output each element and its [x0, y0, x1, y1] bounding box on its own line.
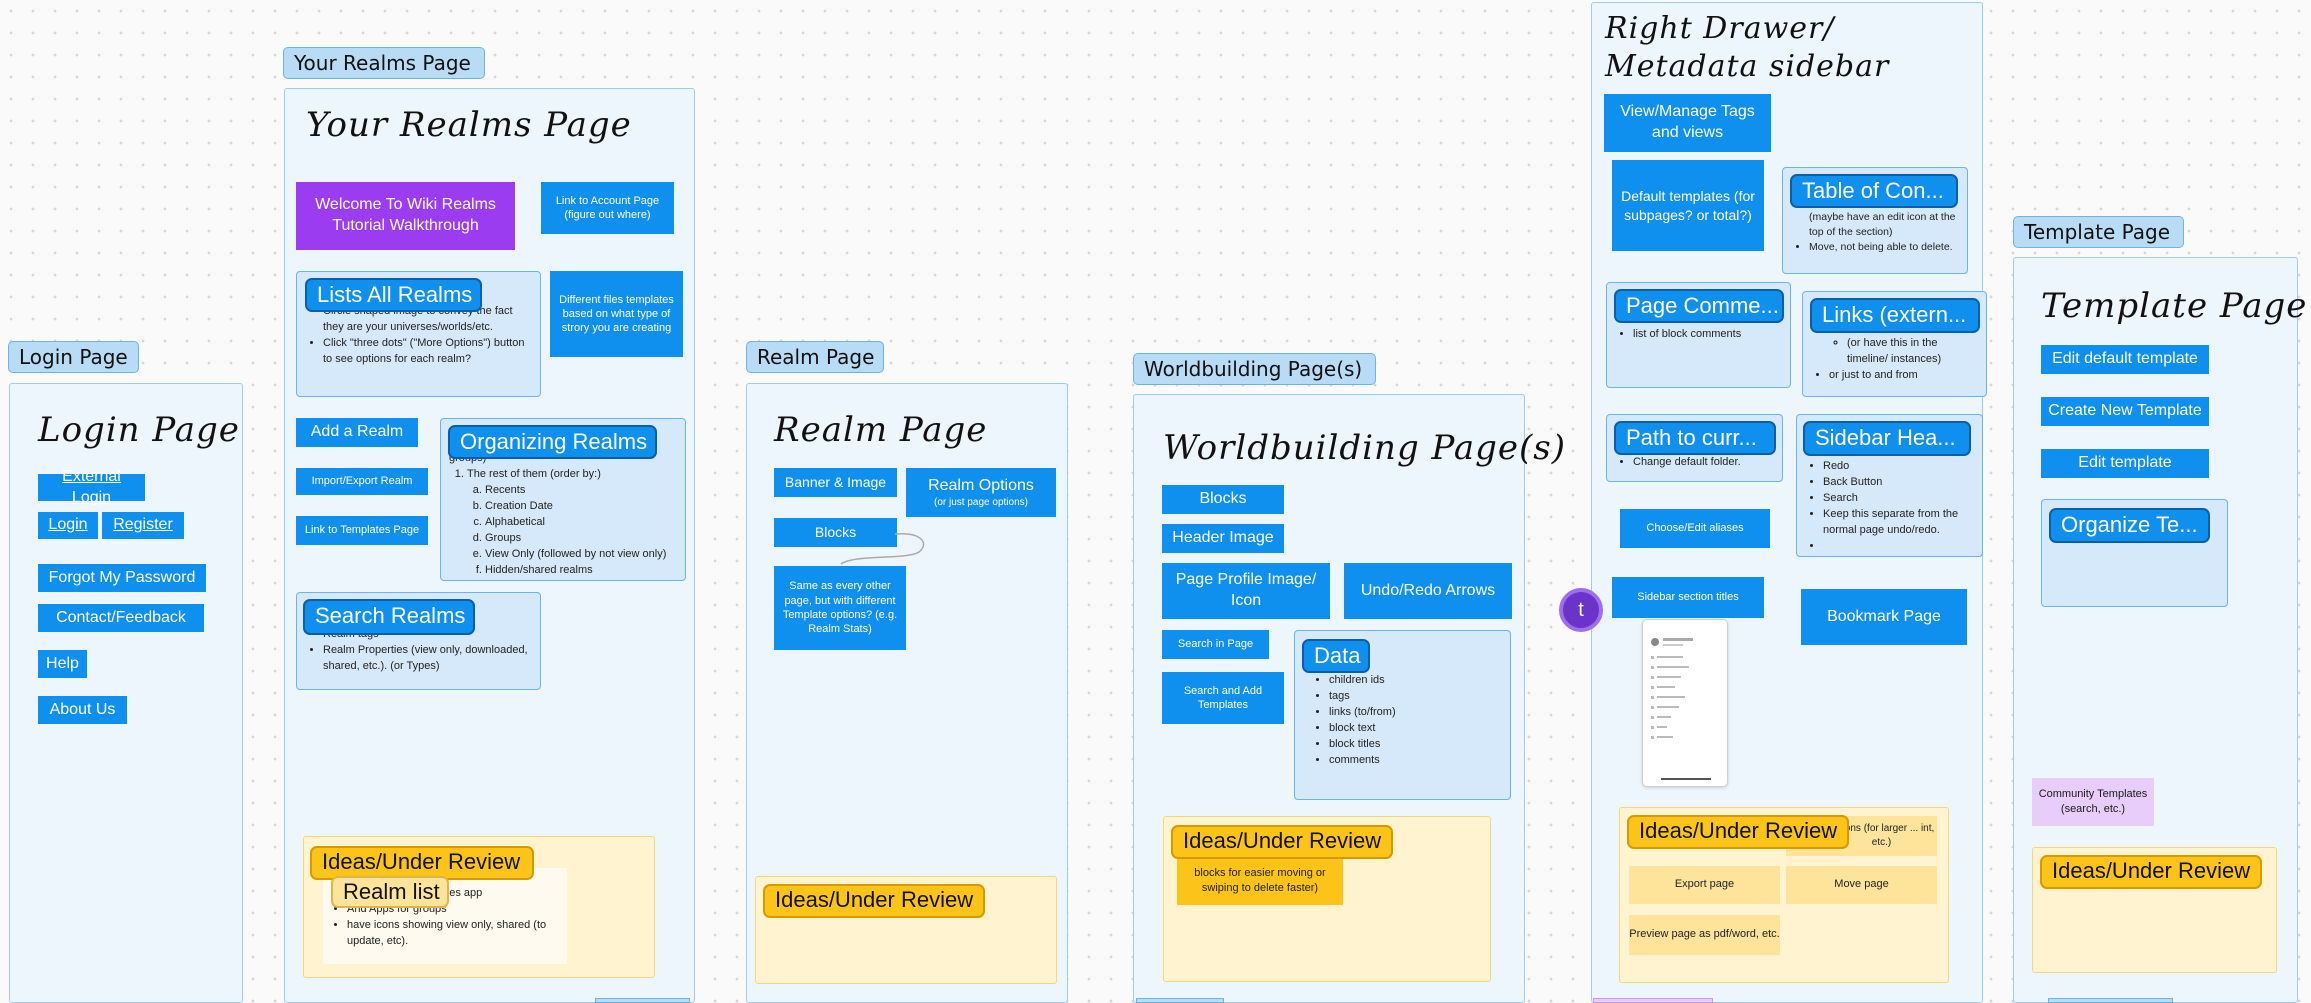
choose-edit-aliases-button[interactable]: Choose/Edit aliases: [1620, 509, 1770, 548]
sidebar-header-item: Redo: [1823, 459, 1974, 475]
search-in-page-button[interactable]: Search in Page: [1162, 630, 1269, 659]
realms-ideas-title: Ideas/Under Review: [310, 846, 534, 880]
sidebar-section-titles-button[interactable]: Sidebar section titles: [1612, 577, 1764, 618]
lists-all-realms-title: Lists All Realms: [305, 278, 482, 312]
page-profile-image-button[interactable]: Page Profile Image/ Icon: [1162, 563, 1330, 619]
bookmark-page-button[interactable]: Bookmark Page: [1801, 589, 1967, 645]
page-comments-item: list of block comments: [1633, 327, 1782, 343]
organizing-sub-item: Creation Date: [485, 499, 677, 515]
data-item: block titles: [1329, 737, 1502, 753]
wb-ideas-title: Ideas/Under Review: [1171, 825, 1393, 859]
data-item: tags: [1329, 689, 1502, 705]
different-files-note: Different files templates based on what …: [550, 271, 683, 357]
template-title: Template Page: [2041, 286, 2308, 326]
links-title: Links (extern...: [1810, 298, 1980, 333]
organize-templates-title: Organize Te...: [2049, 508, 2210, 543]
path-item: Change default folder.: [1633, 455, 1774, 471]
organizing-realms-title: Organizing Realms: [448, 425, 657, 459]
offscreen-frame-stub: [2048, 998, 2173, 1003]
organizing-sub-item: Groups: [485, 531, 677, 547]
realm-template-note: Same as every other page, but with diffe…: [774, 566, 906, 650]
edit-default-template-button[interactable]: Edit default template: [2041, 345, 2209, 374]
realm-ideas-title: Ideas/Under Review: [763, 884, 985, 918]
template-ideas-title: Ideas/Under Review: [2040, 855, 2262, 889]
wb-blocks-button[interactable]: Blocks: [1162, 485, 1284, 514]
realm-list-title: Realm list: [331, 876, 449, 908]
contact-feedback-button[interactable]: Contact/Feedback: [38, 604, 204, 632]
search-add-templates-button[interactable]: Search and Add Templates: [1162, 672, 1284, 724]
forgot-password-button[interactable]: Forgot My Password: [38, 564, 206, 592]
search-realms-title: Search Realms: [303, 599, 475, 635]
frame-label-template[interactable]: Template Page: [2013, 216, 2184, 248]
sidebar-header-item: Keep this separate from the normal page …: [1823, 507, 1974, 539]
realm-list-item: have icons showing view only, shared (to…: [347, 918, 559, 950]
undo-redo-button[interactable]: Undo/Redo Arrows: [1344, 563, 1512, 619]
organizing-sub-item: Recents: [485, 483, 677, 499]
worldbuilding-title: Worldbuilding Page(s): [1163, 428, 1567, 468]
add-realm-button[interactable]: Add a Realm: [296, 418, 418, 447]
sidebar-header-title: Sidebar Hea...: [1803, 421, 1971, 456]
organizing-sub-item: View Only (followed by not view only): [485, 547, 677, 563]
table-of-contents-title: Table of Con...: [1790, 174, 1958, 208]
search-realms-item: Realm Properties (view only, downloaded,…: [323, 643, 532, 675]
connector-arrow: [840, 533, 925, 565]
data-title: Data: [1302, 639, 1370, 673]
toc-item: Move, not being able to delete.: [1809, 240, 1959, 255]
data-item: children ids: [1329, 673, 1502, 689]
account-page-link[interactable]: Link to Account Page (figure out where): [541, 182, 674, 234]
data-item: comments: [1329, 753, 1502, 769]
frame-label-login[interactable]: Login Page: [8, 341, 139, 373]
frame-label-your-realms[interactable]: Your Realms Page: [283, 47, 485, 79]
offscreen-frame-stub: [1136, 998, 1224, 1003]
data-item: links (to/from): [1329, 705, 1502, 721]
about-us-button[interactable]: About Us: [38, 696, 127, 724]
export-page-note[interactable]: Export page: [1629, 866, 1780, 904]
templates-page-link[interactable]: Link to Templates Page: [296, 516, 428, 545]
create-new-template-button[interactable]: Create New Template: [2041, 397, 2209, 426]
drawer-ideas-title: Ideas/Under Review: [1627, 815, 1849, 849]
sidebar-header-item: Back Button: [1823, 475, 1974, 491]
mockup-lines: [1651, 638, 1711, 780]
sidebar-header-item: Search: [1823, 491, 1974, 507]
toc-item: (maybe have an edit icon at the top of t…: [1809, 211, 1956, 239]
lists-all-item: Click "three dots" ("More Options") butt…: [323, 336, 532, 368]
offscreen-frame-stub: [1593, 998, 1713, 1003]
organizing-sub-item: Alphabetical: [485, 515, 677, 531]
links-parent: (or have this in the timeline/ instances…: [1829, 336, 1978, 368]
organizing-sub-item: Hidden/shared realms: [485, 563, 677, 579]
community-templates-note[interactable]: Community Templates (search, etc.): [2032, 778, 2154, 826]
help-button[interactable]: Help: [38, 650, 87, 678]
header-image-button[interactable]: Header Image: [1162, 524, 1284, 553]
sidebar-mockup-screenshot: [1642, 619, 1728, 787]
external-login-button[interactable]: External Login: [38, 468, 145, 506]
edit-template-button[interactable]: Edit template: [2041, 449, 2209, 478]
offscreen-frame-stub: [595, 998, 690, 1003]
path-title: Path to curr...: [1614, 421, 1776, 455]
frame-label-worldbuilding[interactable]: Worldbuilding Page(s): [1133, 353, 1376, 385]
links-item: or just to and from: [1829, 368, 1978, 384]
realm-options-button[interactable]: Realm Options (or just page options): [906, 468, 1056, 517]
import-export-realm-button[interactable]: Import/Export Realm: [296, 468, 428, 495]
login-button[interactable]: Login: [38, 512, 98, 539]
organizing-item: The rest of them (order by:) Recents Cre…: [467, 467, 677, 579]
register-button[interactable]: Register: [102, 512, 184, 539]
your-realms-title: Your Realms Page: [306, 105, 632, 145]
sidebar-header-item: [1823, 539, 1974, 555]
move-page-note[interactable]: Move page: [1786, 866, 1937, 904]
banner-image-button[interactable]: Banner & Image: [774, 468, 897, 497]
login-title: Login Page: [38, 410, 240, 450]
right-drawer-title: Right Drawer/ Metadata sidebar: [1605, 11, 1890, 84]
user-avatar[interactable]: t: [1559, 588, 1603, 632]
frame-label-realm[interactable]: Realm Page: [746, 341, 884, 373]
page-comments-title: Page Comme...: [1614, 289, 1784, 323]
data-item: block text: [1329, 721, 1502, 737]
realm-title: Realm Page: [774, 410, 988, 450]
links-sub-item: (or have this in the timeline/ instances…: [1847, 336, 1978, 368]
preview-page-note[interactable]: Preview page as pdf/word, etc.: [1629, 915, 1780, 955]
tutorial-walkthrough-button[interactable]: Welcome To Wiki Realms Tutorial Walkthro…: [296, 182, 515, 250]
default-templates-button[interactable]: Default templates (for subpages? or tota…: [1612, 160, 1764, 251]
view-manage-tags-button[interactable]: View/Manage Tags and views: [1604, 94, 1771, 152]
